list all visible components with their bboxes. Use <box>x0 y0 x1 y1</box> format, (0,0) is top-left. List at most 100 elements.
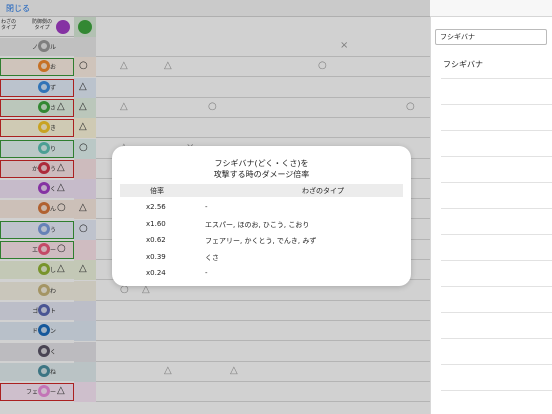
matrix-row: △ △ <box>96 362 430 382</box>
pokemon-list-item[interactable] <box>441 235 552 261</box>
multiplier-row: x0.62 フェアリー, かくとう, でんき, みず <box>120 233 403 249</box>
pokemon-list-item[interactable] <box>441 261 552 287</box>
effectiveness-mark-grass: ○ <box>79 222 88 234</box>
matrix-row <box>96 382 430 403</box>
effectiveness-mark-grass: △ <box>79 121 87 133</box>
type-row[interactable]: はがね <box>0 361 96 382</box>
type-row[interactable]: ひこう○ <box>0 219 96 240</box>
attack-types: - <box>205 203 208 211</box>
type-row[interactable]: ほのお○ <box>0 57 96 78</box>
matrix-cell-mark: ○ <box>318 60 327 72</box>
type-icon <box>38 40 50 52</box>
effectiveness-mark-poison: △ <box>57 182 65 194</box>
dialog-title-line2: 攻撃する時のダメージ倍率 <box>213 170 310 179</box>
pokemon-list-item[interactable] <box>441 287 552 313</box>
effectiveness-mark-grass: ○ <box>79 141 88 153</box>
pokemon-list-item[interactable] <box>441 365 552 391</box>
matrix-row <box>96 301 430 321</box>
effectiveness-mark-poison: △ <box>57 100 65 112</box>
attack-type-label: わざの タイプ <box>1 19 17 31</box>
effectiveness-mark-grass: △ <box>79 202 87 214</box>
grass-column-cell <box>74 179 96 200</box>
type-icon <box>38 303 50 316</box>
type-cell <box>0 342 74 361</box>
damage-multiplier-dialog: フシギバナ(どく・くさ)を 攻撃する時のダメージ倍率 倍率 わざのタイプ x2.… <box>112 146 411 286</box>
table-header: 倍率 わざのタイプ <box>120 184 403 197</box>
attack-types: くさ <box>205 253 219 262</box>
type-icon <box>38 385 50 398</box>
type-row[interactable]: かくとう△ <box>0 158 96 179</box>
multiplier-row: x1.60 エスパー, ほのお, ひこう, こおり <box>120 217 403 233</box>
rate-column-header: 倍率 <box>150 187 164 195</box>
pokemon-list-item[interactable] <box>441 209 552 235</box>
pokemon-name: フシギバナ <box>443 60 483 69</box>
type-row[interactable]: あく <box>0 341 96 362</box>
type-row[interactable]: ノーマル <box>0 37 96 57</box>
matrix-row: × <box>96 37 430 57</box>
poison-type-icon[interactable] <box>56 20 70 34</box>
type-icon <box>38 243 50 255</box>
effectiveness-mark-grass: △ <box>79 100 87 112</box>
defense-type-label: 防御側の タイプ <box>31 19 52 31</box>
grass-column-cell <box>74 240 96 260</box>
pokemon-list-item[interactable] <box>441 105 552 131</box>
close-button[interactable]: 閉じる <box>6 3 30 14</box>
type-row[interactable]: くさ △ △ <box>0 97 96 118</box>
attack-types: - <box>205 269 208 277</box>
grass-column-cell <box>74 321 96 342</box>
grass-column-cell <box>74 361 96 382</box>
pokemon-list-item[interactable]: フシギバナ <box>441 53 552 79</box>
effectiveness-mark-grass: ○ <box>79 60 88 72</box>
type-row[interactable]: エスパー○ <box>0 240 96 260</box>
type-icon <box>38 141 50 154</box>
pokemon-list-item[interactable] <box>441 131 552 157</box>
matrix-row: △ △ ○ <box>96 57 430 78</box>
matrix-row <box>96 78 430 98</box>
multiplier-value: x1.60 <box>146 219 166 228</box>
effectiveness-mark-poison: ○ <box>57 202 66 214</box>
effectiveness-mark-grass: △ <box>79 263 87 275</box>
matrix-cell-mark: ○ <box>406 100 415 112</box>
type-row[interactable]: じめん○△ <box>0 199 96 220</box>
type-row[interactable]: でんき△ <box>0 118 96 139</box>
grass-column-cell <box>74 280 96 301</box>
matrix-cell-mark: △ <box>120 60 128 72</box>
type-row[interactable]: ドラゴン <box>0 321 96 342</box>
multiplier-value: x0.24 <box>146 269 166 277</box>
grass-column-cell <box>74 37 96 57</box>
search-input[interactable]: フシギバナ <box>435 29 547 45</box>
multiplier-value: x0.39 <box>146 252 166 261</box>
pokemon-list-item[interactable] <box>441 391 552 414</box>
grass-column-cell <box>74 158 96 179</box>
grass-column-cell <box>74 300 96 321</box>
types-column-header: わざのタイプ <box>302 187 344 195</box>
attack-types: フェアリー, かくとう, でんき, みず <box>205 237 317 245</box>
dialog-title-line1: フシギバナ(どく・くさ)を <box>214 159 309 168</box>
type-cell <box>0 281 74 300</box>
matrix-cell-mark: △ <box>164 364 172 376</box>
matrix-cell-mark: ○ <box>208 100 217 112</box>
matrix-row: △ ○ ○ <box>96 98 430 118</box>
type-icon <box>38 364 50 377</box>
pokemon-list-item[interactable] <box>441 339 552 365</box>
grass-column-cell <box>74 382 96 403</box>
type-row[interactable]: どく △ <box>0 179 96 200</box>
matrix-row <box>96 321 430 342</box>
pokemon-list-item[interactable] <box>441 79 552 105</box>
type-row[interactable]: ゴースト <box>0 300 96 321</box>
type-row[interactable]: こおり○ <box>0 138 96 159</box>
pokemon-list-item[interactable] <box>441 157 552 183</box>
matrix-row <box>96 342 430 362</box>
type-row[interactable]: いわ <box>0 280 96 301</box>
type-row[interactable]: みず △ <box>0 77 96 98</box>
pokemon-list-item[interactable] <box>441 183 552 209</box>
matrix-cell-mark: △ <box>164 60 172 72</box>
pokemon-list-item[interactable] <box>441 313 552 339</box>
multiplier-row: x0.24 - <box>120 266 403 282</box>
matrix-row <box>96 118 430 139</box>
effectiveness-mark-grass: △ <box>79 80 87 92</box>
type-row[interactable]: むし △ △ <box>0 260 96 281</box>
type-row[interactable]: フェアリー△ <box>0 382 96 403</box>
type-panel-header: わざの タイプ 防御側の タイプ <box>0 17 96 37</box>
grass-type-icon[interactable] <box>78 20 92 34</box>
